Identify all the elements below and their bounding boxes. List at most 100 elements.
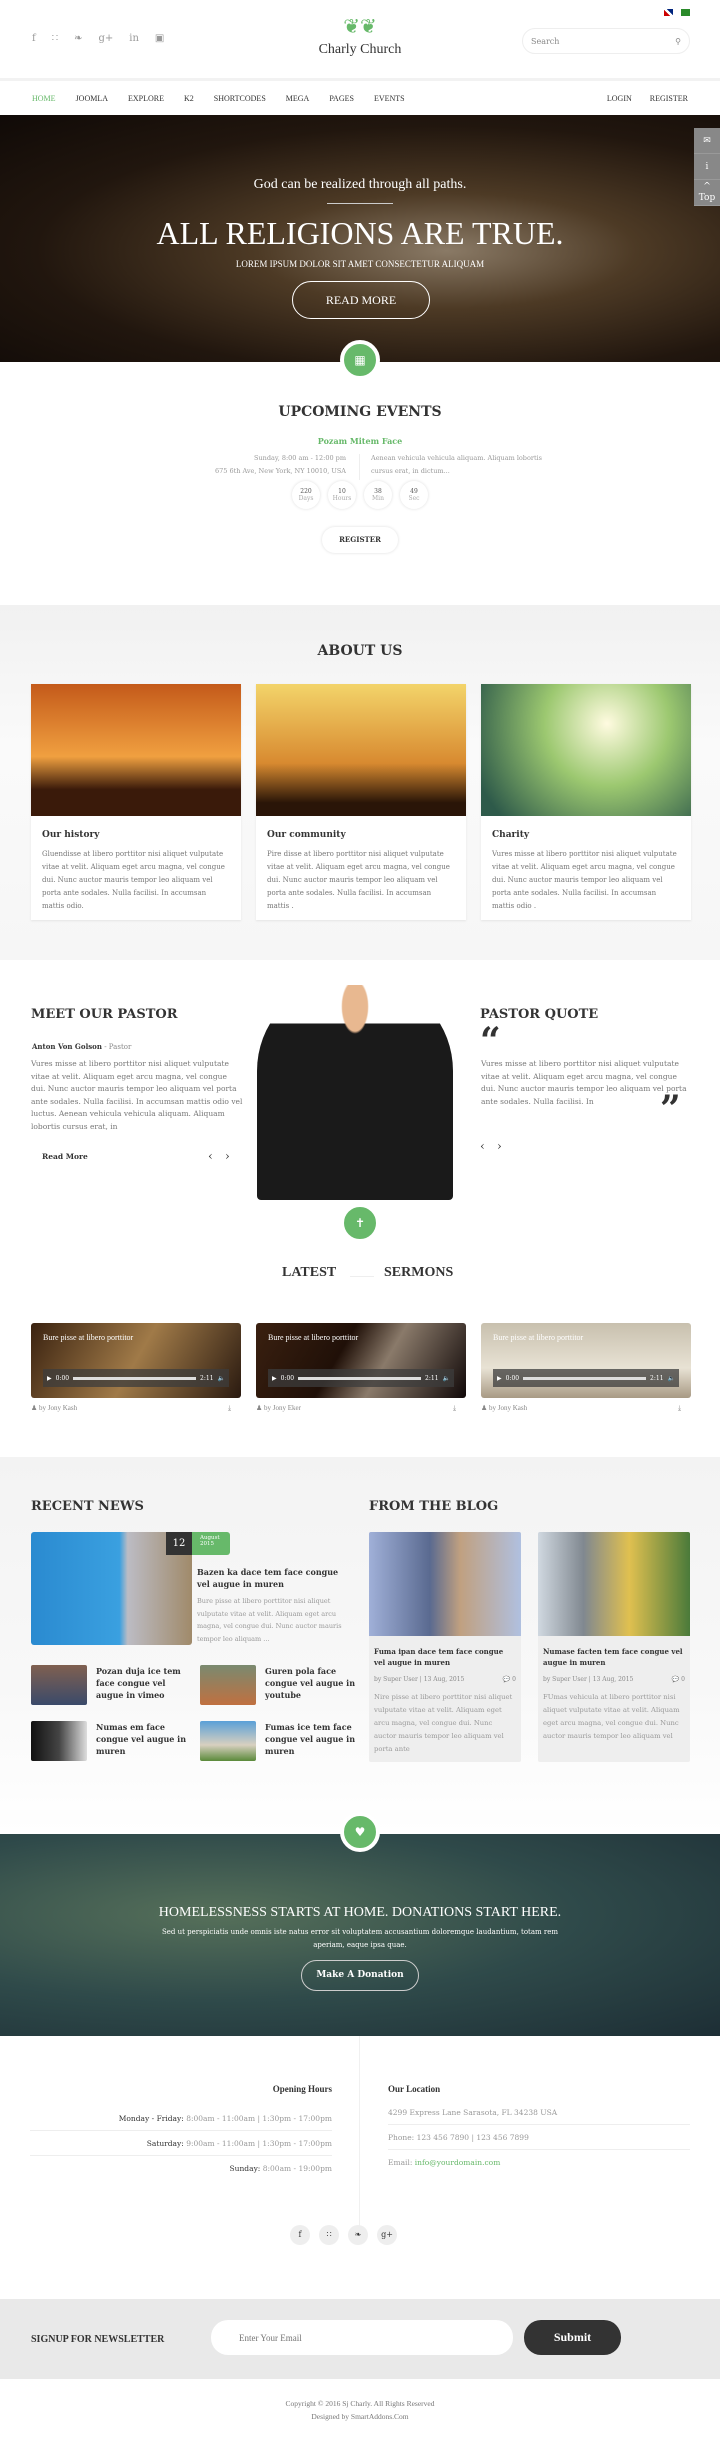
designed-by-line[interactable]: Designed by SmartAddons.Com [0, 2410, 720, 2423]
duration: 2:11 [650, 1374, 664, 1382]
google-plus-icon[interactable]: g+ [377, 2225, 397, 2245]
seek-bar[interactable] [73, 1376, 197, 1380]
search-icon[interactable]: ⚲ [675, 37, 681, 46]
duration: 2:11 [200, 1374, 214, 1382]
twitter-icon[interactable]: ❧ [74, 33, 82, 44]
pastor-prev-arrow-icon[interactable]: ‹ [208, 1149, 213, 1163]
english-flag-icon[interactable] [664, 9, 673, 16]
about-card[interactable]: Our history Gluendisse at libero porttit… [31, 684, 241, 920]
sermon-card[interactable]: Bure pisse at libero porttitor ▶ 0:00 2:11… [31, 1323, 241, 1398]
side-toolbar: ✉ i ^ Top [694, 128, 720, 206]
make-donation-button[interactable]: Make A Donation [301, 1960, 419, 1991]
quote-next-arrow-icon[interactable]: › [497, 1139, 502, 1153]
hero-banner: God can be realized through all paths. A… [0, 115, 720, 362]
facebook-icon[interactable]: f [290, 2225, 310, 2245]
author-link[interactable]: Super User [383, 1676, 418, 1683]
sermon-card[interactable]: Bure pisse at libero porttitor ▶ 0:00 2:11… [481, 1323, 691, 1398]
sermon-author: ♟ by Jony Kash [481, 1404, 528, 1412]
sermons-title-right: SERMONS [384, 1265, 454, 1280]
audio-player[interactable]: ▶ 0:00 2:11 🔈 [43, 1369, 229, 1387]
register-button[interactable]: REGISTER [322, 527, 398, 553]
play-icon[interactable]: ▶ [47, 1375, 52, 1382]
seek-bar[interactable] [523, 1376, 647, 1380]
upcoming-events-section: UPCOMING EVENTS Pozam Mitem Face Sunday,… [0, 362, 720, 605]
author-link[interactable]: Super User [552, 1676, 587, 1683]
featured-news-title[interactable]: Bazen ka dace tem face congue vel augue … [197, 1566, 347, 1590]
event-when-where: Sunday, 8:00 am - 12:00 pm 675 6th Ave, … [180, 452, 346, 478]
quote-prev-arrow-icon[interactable]: ‹ [480, 1139, 485, 1153]
nav-events[interactable]: EVENTS [374, 94, 405, 103]
download-icon[interactable]: ⤓ [453, 1404, 456, 1413]
volume-icon[interactable]: 🔈 [218, 1375, 225, 1382]
linkedin-icon[interactable]: in [129, 33, 139, 44]
newsletter-email-input[interactable] [211, 2320, 513, 2355]
info-icon[interactable]: i [694, 154, 720, 180]
email-link[interactable]: info@yourdomain.com [415, 2158, 501, 2167]
arabic-flag-icon[interactable] [681, 9, 690, 16]
instagram-icon[interactable]: ▣ [155, 33, 164, 44]
nav-pages[interactable]: PAGES [329, 94, 354, 103]
audio-player[interactable]: ▶ 0:00 2:11 🔈 [493, 1369, 679, 1387]
register-link[interactable]: REGISTER [650, 94, 688, 103]
blog-post[interactable]: Numase facten tem face congue vel augue … [538, 1532, 690, 1762]
chevron-up-icon: ^ [703, 182, 711, 192]
read-more-button[interactable]: READ MORE [292, 281, 430, 319]
location-list: 4299 Express Lane Sarasota, FL 34238 USA… [388, 2100, 690, 2175]
news-thumbnail [200, 1721, 256, 1761]
search-input[interactable]: Search ⚲ [522, 28, 690, 54]
audio-player[interactable]: ▶ 0:00 2:11 🔈 [268, 1369, 454, 1387]
tree-silhouette-image [256, 684, 466, 816]
site-name: Charly Church [318, 42, 402, 57]
newsletter-submit-button[interactable]: Submit [524, 2320, 621, 2355]
nav-k2[interactable]: K2 [184, 94, 194, 103]
login-link[interactable]: LOGIN [607, 94, 632, 103]
play-icon[interactable]: ▶ [497, 1375, 502, 1382]
nav-shortcodes[interactable]: SHORTCODES [214, 94, 266, 103]
megaphone-icon[interactable]: ✉ [694, 128, 720, 154]
about-card[interactable]: Charity Vures misse at libero porttitor … [481, 684, 691, 920]
hours-row: Saturday: 9:00am - 11:00am | 1:30pm - 17… [30, 2131, 332, 2156]
blog-post[interactable]: Fuma ipan dace tem face congue vel augue… [369, 1532, 521, 1762]
twitter-icon[interactable]: ❧ [348, 2225, 368, 2245]
blog-post-excerpt: FUmas vehicula at libero porttitor nisi … [543, 1693, 680, 1740]
hero-subtitle: God can be realized through all paths. [253, 177, 467, 192]
cross-icon: ✝ [340, 1203, 380, 1243]
top-label: Top [698, 193, 716, 203]
download-icon[interactable]: ⤓ [228, 1404, 231, 1413]
back-to-top-button[interactable]: ^ Top [694, 180, 720, 206]
rss-icon[interactable]: ∷ [52, 33, 58, 44]
comments-icon: 💬 [502, 1676, 511, 1683]
pastor-next-arrow-icon[interactable]: › [225, 1149, 230, 1163]
event-name[interactable]: Pozam Mitem Face [0, 436, 720, 446]
rss-icon[interactable]: ∷ [319, 2225, 339, 2245]
close-quote-icon: ” [660, 1088, 681, 1130]
read-more-link[interactable]: Read More [42, 1152, 88, 1161]
nav-home[interactable]: HOME [32, 94, 56, 103]
volume-icon[interactable]: 🔈 [668, 1375, 675, 1382]
sermons-divider [350, 1276, 374, 1277]
nav-joomla[interactable]: JOOMLA [76, 94, 108, 103]
download-icon[interactable]: ⤓ [678, 1404, 681, 1413]
volume-icon[interactable]: 🔈 [443, 1375, 450, 1382]
comments-icon: 💬 [671, 1676, 680, 1683]
site-logo[interactable]: ❦❦ Charly Church [300, 16, 420, 58]
card-title: Our community [267, 830, 346, 840]
news-item[interactable]: Guren pola face congue vel augue in yout… [200, 1665, 360, 1705]
nav-mega[interactable]: MEGA [286, 94, 310, 103]
nav-explore[interactable]: EXPLORE [128, 94, 164, 103]
google-plus-icon[interactable]: g+ [98, 33, 113, 44]
card-title: Charity [492, 830, 530, 840]
play-icon[interactable]: ▶ [272, 1375, 277, 1382]
news-item[interactable]: Fumas ice tem face congue vel augue in m… [200, 1721, 360, 1761]
news-item[interactable]: Numas em face congue vel augue in muren [31, 1721, 191, 1761]
open-quote-icon: “ [480, 1020, 501, 1062]
about-card[interactable]: Our community Pire disse at libero portt… [256, 684, 466, 920]
card-text: Pire disse at libero porttitor nisi aliq… [267, 850, 450, 910]
seek-bar[interactable] [298, 1376, 422, 1380]
facebook-icon[interactable]: f [32, 33, 36, 44]
sermon-card[interactable]: Bure pisse at libero porttitor ▶ 0:00 2:11… [256, 1323, 466, 1398]
event-countdown: 220 Days 10 Hours 38 Min 49 Sec [292, 481, 428, 509]
news-item[interactable]: Pozan duja ice tem face congue vel augue… [31, 1665, 191, 1705]
pastor-title: MEET OUR PASTOR [31, 1007, 178, 1022]
hours-row: Monday - Friday: 8:00am - 11:00am | 1:30… [30, 2106, 332, 2131]
